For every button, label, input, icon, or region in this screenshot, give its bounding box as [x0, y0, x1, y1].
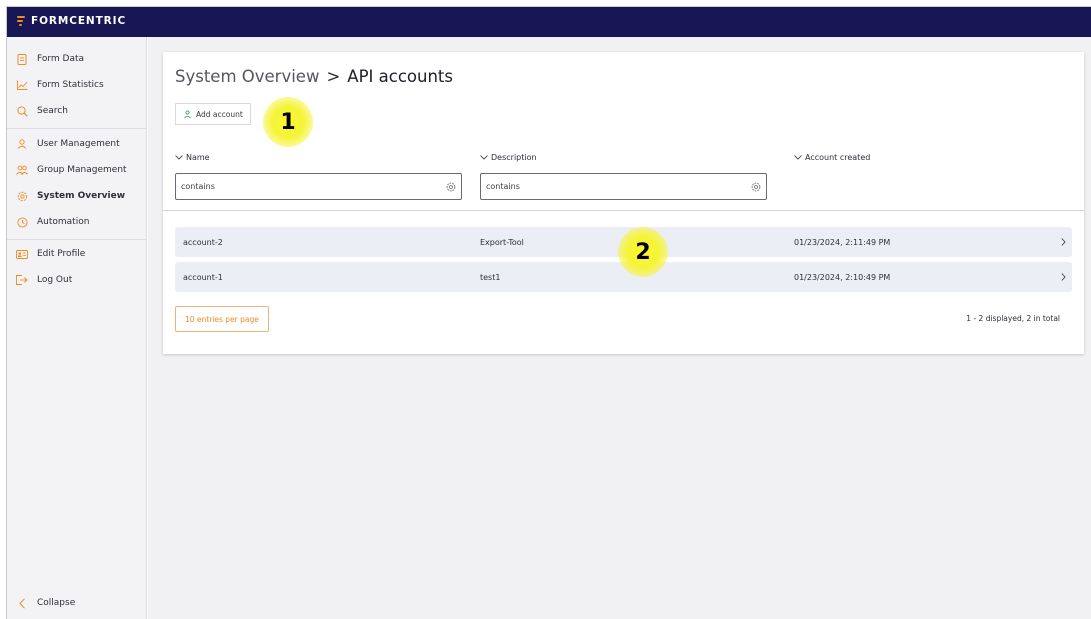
- chevron-right-icon: [1061, 238, 1066, 246]
- sidebar-item-user-management[interactable]: User Management: [7, 132, 146, 156]
- users-icon: [7, 165, 37, 175]
- sidebar-item-label: Group Management: [37, 165, 127, 175]
- sidebar: Form Data Form Statistics Search User Ma…: [7, 37, 147, 619]
- description-filter-input[interactable]: contains: [480, 173, 767, 200]
- sidebar-item-system-overview[interactable]: System Overview: [7, 184, 146, 208]
- account-description: test1: [480, 273, 501, 282]
- sidebar-item-group-management[interactable]: Group Management: [7, 158, 146, 182]
- pagination-total: 1 - 2 displayed, 2 in total: [966, 314, 1060, 323]
- add-account-button[interactable]: Add account: [175, 103, 251, 125]
- account-name: account-1: [183, 273, 223, 282]
- column-header-description[interactable]: Description: [480, 153, 537, 162]
- chevron-down-icon: [480, 155, 488, 160]
- line-chart-icon: [7, 80, 37, 90]
- sidebar-divider: [7, 128, 146, 129]
- sidebar-item-search[interactable]: Search: [7, 99, 146, 123]
- sidebar-item-label: User Management: [37, 139, 120, 149]
- top-bar: FORMCENTRIC: [7, 7, 1091, 37]
- breadcrumb-separator: >: [326, 67, 341, 86]
- search-icon: [7, 105, 37, 117]
- brand-logo[interactable]: FORMCENTRIC: [16, 15, 126, 27]
- sidebar-item-label: Automation: [37, 217, 90, 227]
- sidebar-item-log-out[interactable]: Log Out: [7, 268, 146, 292]
- brand-name: FORMCENTRIC: [31, 15, 127, 27]
- sidebar-item-label: Log Out: [37, 275, 73, 285]
- filter-placeholder: contains: [486, 182, 520, 191]
- gear-icon: [7, 191, 37, 202]
- breadcrumb-system-overview[interactable]: System Overview: [175, 67, 319, 86]
- sidebar-item-form-statistics[interactable]: Form Statistics: [7, 73, 146, 97]
- clock-icon: [7, 216, 37, 228]
- name-filter-input[interactable]: contains: [175, 173, 462, 200]
- api-accounts-card: System Overview > API accounts Add accou…: [163, 52, 1084, 354]
- chevron-right-icon: [1061, 273, 1066, 281]
- document-icon: [7, 53, 37, 65]
- filter-placeholder: contains: [181, 182, 215, 191]
- sidebar-item-automation[interactable]: Automation: [7, 210, 146, 234]
- chevron-down-icon: [794, 155, 802, 160]
- sidebar-item-edit-profile[interactable]: Edit Profile: [7, 242, 146, 266]
- account-created: 01/23/2024, 2:10:49 PM: [794, 273, 891, 282]
- sidebar-item-label: Form Data: [37, 54, 85, 64]
- app-window: FORMCENTRIC Form Data Form Statistics Se…: [6, 6, 1091, 619]
- formcentric-logo-icon: [16, 15, 26, 27]
- chevron-left-icon: [7, 597, 37, 609]
- account-created: 01/23/2024, 2:11:49 PM: [794, 238, 891, 247]
- collapse-label: Collapse: [37, 598, 76, 608]
- add-account-label: Add account: [196, 109, 243, 119]
- sidebar-item-label: System Overview: [37, 191, 126, 201]
- header-divider: [163, 210, 1084, 211]
- breadcrumb: System Overview > API accounts: [175, 67, 453, 86]
- entries-per-page-button[interactable]: 10 entries per page: [175, 306, 269, 332]
- account-description: Export-Tool: [480, 238, 524, 247]
- sidebar-collapse-button[interactable]: Collapse: [7, 591, 146, 615]
- column-header-name[interactable]: Name: [175, 153, 210, 162]
- sidebar-item-form-data[interactable]: Form Data: [7, 47, 146, 71]
- user-icon: [7, 139, 37, 149]
- sidebar-item-label: Search: [37, 106, 68, 116]
- logout-icon: [7, 275, 37, 285]
- gear-icon[interactable]: [446, 182, 456, 192]
- column-header-label: Description: [491, 153, 537, 162]
- gear-icon[interactable]: [751, 182, 761, 192]
- column-header-account-created[interactable]: Account created: [794, 153, 870, 162]
- main-content: System Overview > API accounts Add accou…: [148, 37, 1091, 619]
- column-header-label: Account created: [805, 153, 871, 162]
- sidebar-item-label: Edit Profile: [37, 249, 86, 259]
- annotation-number: 1: [280, 109, 296, 135]
- id-card-icon: [7, 249, 37, 259]
- page-title: API accounts: [347, 67, 453, 86]
- sidebar-divider: [7, 239, 146, 240]
- add-user-icon: [184, 109, 191, 118]
- sidebar-item-label: Form Statistics: [37, 80, 104, 90]
- annotation-number: 2: [635, 239, 651, 265]
- annotation-marker-2: 2: [618, 227, 668, 277]
- column-header-label: Name: [186, 153, 210, 162]
- chevron-down-icon: [175, 155, 183, 160]
- account-name: account-2: [183, 238, 223, 247]
- annotation-marker-1: 1: [263, 97, 313, 147]
